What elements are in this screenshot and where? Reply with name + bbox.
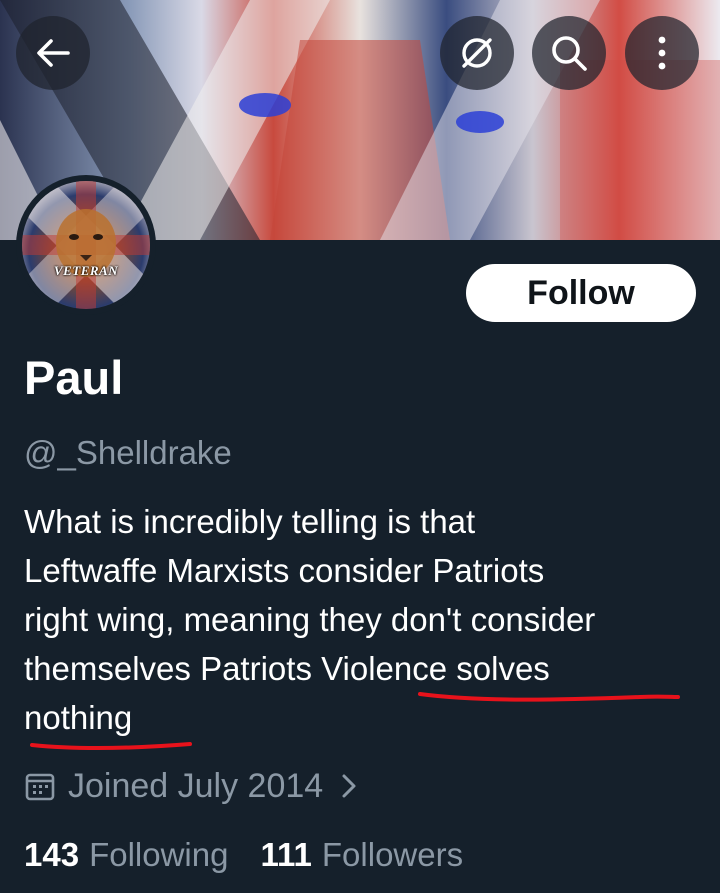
username-handle: @_Shelldrake [24, 434, 232, 471]
followers-link[interactable]: 111 Followers [260, 836, 463, 874]
search-icon [552, 36, 587, 71]
mute-button[interactable] [440, 16, 514, 90]
joined-date-text: Joined July 2014 [68, 766, 324, 805]
joined-date-row[interactable]: Joined July 2014 [24, 764, 357, 808]
following-label: Following [89, 836, 229, 873]
more-options-button[interactable] [625, 16, 699, 90]
avatar-image: VETERAN [22, 181, 150, 309]
profile-bio: What is incredibly telling is that Leftw… [24, 503, 596, 736]
following-link[interactable]: 143 Following [24, 836, 228, 874]
back-button[interactable] [16, 16, 90, 90]
calendar-icon [24, 770, 56, 802]
arrow-left-icon [37, 39, 70, 67]
avatar[interactable]: VETERAN [16, 175, 156, 315]
followers-label: Followers [321, 836, 464, 873]
display-name: Paul [24, 351, 124, 404]
lion-union-jack-artwork [22, 181, 150, 309]
search-button[interactable] [532, 16, 606, 90]
eye-slash-icon [462, 38, 492, 68]
follow-button[interactable]: Follow [466, 264, 696, 322]
chevron-right-icon [341, 773, 357, 799]
followers-count: 111 [260, 836, 312, 873]
avatar-veteran-label: VETERAN [53, 263, 119, 278]
more-vertical-icon [658, 36, 666, 70]
following-count: 143 [24, 836, 80, 873]
follow-stats: 143 Following 111 Followers [24, 832, 463, 878]
